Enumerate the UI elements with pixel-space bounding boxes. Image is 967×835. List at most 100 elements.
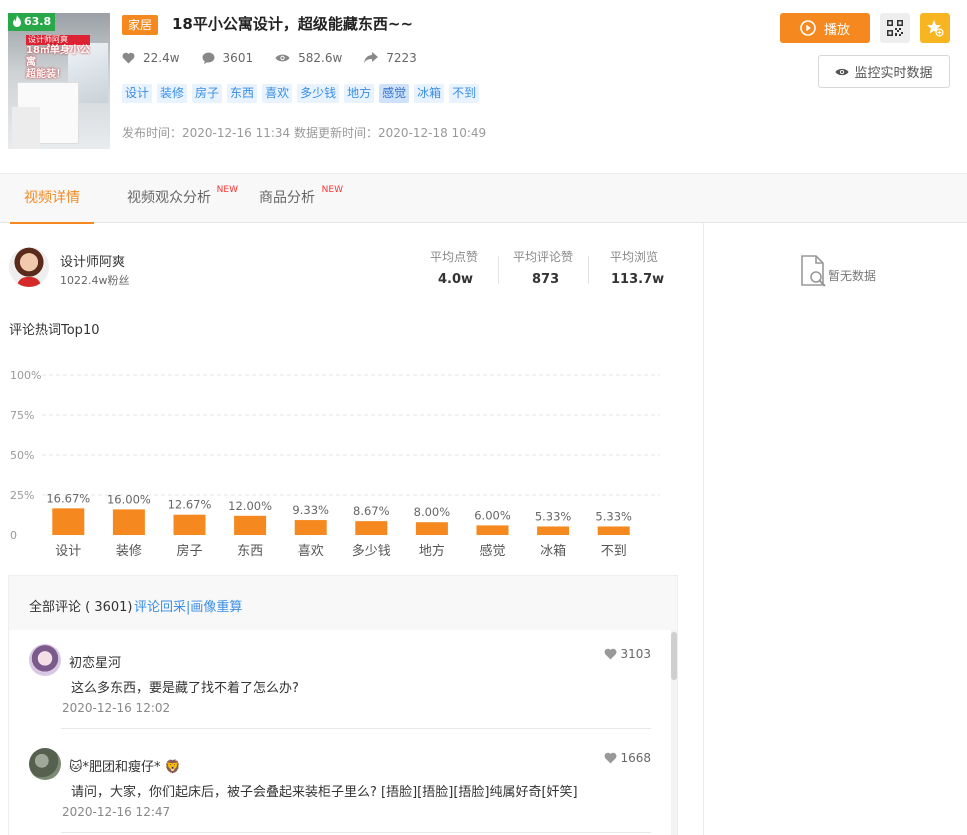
views-stat: 582.6w (275, 51, 342, 65)
tab-product-analysis[interactable]: 商品分析 NEW (259, 174, 343, 223)
share-icon (364, 52, 379, 63)
y-tick-label: 50% (10, 449, 34, 462)
play-button[interactable]: 播放 (780, 13, 870, 43)
x-category-label: 装修 (116, 544, 142, 559)
publish-time-label: 发布时间： (122, 126, 183, 140)
video-thumbnail[interactable]: 设计师阿爽 18㎡单身小公寓 超能装！ (8, 13, 110, 149)
keyword-tags: 设计 装修 房子 东西 喜欢 多少钱 地方 感觉 冰箱 不到 (122, 84, 484, 103)
qrcode-button[interactable] (880, 13, 910, 43)
comment-date: 2020-12-16 12:47 (62, 805, 171, 819)
play-icon (800, 20, 816, 36)
bar[interactable] (537, 526, 570, 535)
side-panel: 暂无数据 (703, 223, 967, 835)
fire-icon (13, 15, 21, 27)
qrcode-icon (887, 20, 903, 36)
video-title: 18平小公寓设计，超级能藏东西~~ (172, 15, 414, 33)
bar-value-label: 12.67% (168, 498, 212, 512)
author-fans: 1022.4w粉丝 (60, 274, 130, 287)
publish-info: 发布时间：2020-12-16 11:34 数据更新时间：2020-12-18 … (122, 124, 486, 141)
comments-count-label: 全部评论 ( 3601) (29, 600, 133, 615)
avg-likes-label: 平均点赞 (430, 250, 479, 264)
video-detail-page: 设计师阿爽 18㎡单身小公寓 超能装！ 63.8 家居 18平小公寓设计，超级能… (0, 0, 967, 835)
comment-likes: 3103 (604, 647, 651, 661)
star-plus-icon (927, 20, 944, 37)
recrawl-link[interactable]: 评论回采|画像重算 (134, 596, 242, 615)
bar[interactable] (112, 509, 145, 535)
divider (498, 256, 499, 284)
eye-icon (275, 54, 290, 62)
commenter-avatar[interactable] (29, 644, 61, 676)
thumbnail-banner-line: 设计师阿爽 (26, 35, 90, 45)
keyword-tag[interactable]: 感觉 (379, 84, 410, 103)
commenter-name: 🐱*肥团和瘦仔* 🦁 (69, 760, 181, 775)
eye-icon (835, 68, 850, 75)
bar[interactable] (294, 520, 327, 535)
comment-date: 2020-12-16 12:02 (62, 701, 171, 715)
bar-value-label: 8.67% (353, 504, 390, 518)
comment-likes-count: 3103 (620, 647, 651, 661)
no-data-text: 暂无数据 (828, 269, 877, 283)
comment-likes: 1668 (604, 751, 651, 765)
keyword-tag[interactable]: 冰箱 (414, 84, 445, 103)
favorite-button[interactable] (920, 13, 950, 43)
document-search-icon (801, 255, 826, 287)
views-count: 582.6w (298, 51, 343, 65)
monitor-realtime-button[interactable]: 监控实时数据 (818, 55, 950, 88)
keyword-tag[interactable]: 设计 (122, 84, 153, 103)
avg-comment-likes-value: 873 (532, 272, 560, 287)
author-name[interactable]: 设计师阿爽 (60, 251, 125, 270)
tab-label: 视频观众分析 (127, 190, 211, 206)
bar[interactable] (597, 526, 630, 535)
y-tick-label: 25% (10, 489, 34, 502)
likes-stat: 22.4w (122, 51, 180, 65)
author-avatar[interactable] (9, 247, 49, 287)
y-tick-label: 100% (10, 369, 41, 382)
tab-audience-analysis[interactable]: 视频观众分析 NEW (127, 174, 238, 223)
comment-item: 初恋星河 这么多东西，要是藏了找不着了怎么办? 2020-12-16 12:02… (29, 630, 659, 734)
x-category-label: 设计 (55, 544, 81, 559)
bar-value-label: 16.00% (107, 492, 151, 506)
comment-likes-count: 1668 (620, 751, 651, 765)
avg-views-label: 平均浏览 (610, 250, 659, 264)
bar-value-label: 8.00% (414, 505, 451, 519)
x-category-label: 东西 (237, 544, 263, 559)
keyword-tag[interactable]: 房子 (192, 84, 223, 103)
bar-value-label: 5.33% (535, 509, 572, 523)
keyword-tag[interactable]: 地方 (344, 84, 375, 103)
comment-divider (61, 832, 651, 833)
comments-scrollbar-thumb[interactable] (671, 632, 677, 680)
y-tick-label: 75% (10, 409, 34, 422)
commenter-avatar[interactable] (29, 748, 61, 780)
keyword-tag[interactable]: 喜欢 (262, 84, 293, 103)
bar[interactable] (173, 514, 206, 535)
bar-value-label: 16.67% (46, 491, 90, 505)
keyword-tag[interactable]: 多少钱 (297, 84, 340, 103)
x-category-label: 冰箱 (540, 543, 566, 559)
tab-label: 商品分析 (259, 190, 315, 206)
x-category-label: 感觉 (479, 543, 505, 559)
x-category-label: 不到 (601, 544, 627, 559)
bar[interactable] (355, 521, 388, 535)
play-button-label: 播放 (823, 22, 850, 38)
x-category-label: 地方 (419, 543, 445, 559)
bar[interactable] (52, 508, 85, 535)
bar[interactable] (234, 515, 267, 535)
no-data: 暂无数据 (800, 255, 876, 287)
thumbnail-banner: 设计师阿爽 18㎡单身小公寓 超能装！ (26, 35, 98, 80)
keyword-tag[interactable]: 装修 (157, 84, 188, 103)
x-category-label: 喜欢 (298, 544, 324, 559)
category-badge: 家居 (122, 15, 159, 35)
update-time-label: 数据更新时间： (293, 126, 378, 140)
avg-comment-likes-label: 平均评论赞 (513, 250, 574, 264)
comments-header: 全部评论 ( 3601) 评论回采|画像重算 (9, 576, 677, 630)
tab-video-detail[interactable]: 视频详情 (10, 174, 94, 224)
bar[interactable] (476, 525, 509, 535)
update-time: 2020-12-18 10:49 (378, 126, 487, 140)
keyword-tag[interactable]: 不到 (449, 84, 480, 103)
keyword-tag[interactable]: 东西 (227, 84, 258, 103)
hot-score-badge: 63.8 (8, 13, 55, 31)
bar[interactable] (415, 522, 448, 535)
keyword-bar-chart: 0 25% 50% 75% 100% 16.67% 设计 16.00% 装修 12.67% 房子 12… (10, 369, 660, 559)
likes-count: 22.4w (143, 51, 180, 65)
comment-icon (202, 52, 215, 64)
